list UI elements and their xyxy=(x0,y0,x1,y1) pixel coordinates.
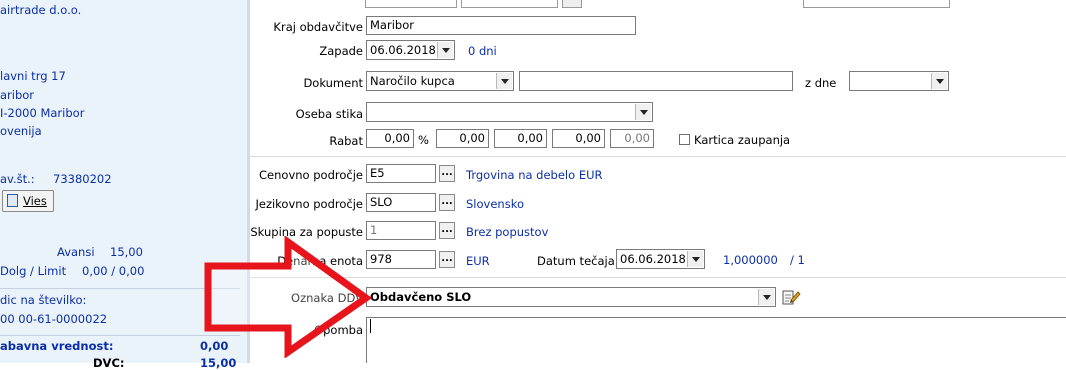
skupina-lookup-button[interactable]: ... xyxy=(439,222,455,239)
cenovno-lookup-button[interactable]: ... xyxy=(439,165,455,182)
top-field-2[interactable] xyxy=(461,0,558,8)
rabat-input-1[interactable]: 0,00 xyxy=(366,129,414,148)
callout-arrow-icon xyxy=(204,236,373,358)
cenovno-desc: Trgovina na debelo EUR xyxy=(466,168,603,182)
kraj-label: Kraj obdavčitve xyxy=(273,20,363,34)
cenovno-label: Cenovno področje xyxy=(259,168,363,182)
chevron-down-icon xyxy=(758,289,774,305)
zapade-date-select[interactable]: 06.06.2018 xyxy=(366,40,455,60)
vies-label: Vies xyxy=(23,194,47,208)
kartica-checkbox[interactable] xyxy=(679,134,690,145)
oznaka-ddv-select[interactable]: Obdavčeno SLO xyxy=(366,287,776,307)
zapade-days: 0 dni xyxy=(468,44,497,58)
cenovno-code-input[interactable]: E5 xyxy=(366,164,436,183)
oseba-label: Oseba stika xyxy=(295,107,363,121)
address-city: aribor xyxy=(0,88,35,102)
rabat-label: Rabat xyxy=(329,134,363,148)
address-postal: I-2000 Maribor xyxy=(0,106,85,120)
zdne-label: z dne xyxy=(805,76,837,90)
dokument-value: Naročilo kupca xyxy=(370,74,455,88)
denarna-lookup-button[interactable]: ... xyxy=(439,251,455,268)
jezik-desc: Slovensko xyxy=(466,197,524,211)
company-name: airtrade d.o.o. xyxy=(0,3,82,17)
rabat-input-4[interactable]: 0,00 xyxy=(552,129,605,148)
dvc-label: DVC: xyxy=(93,356,125,370)
top-calendar-icon[interactable] xyxy=(562,0,582,8)
kraj-input[interactable]: Maribor xyxy=(366,16,636,35)
dokument-label: Dokument xyxy=(303,76,363,90)
jezik-label: Jezikovno področje xyxy=(255,197,363,211)
chevron-down-icon xyxy=(931,73,947,89)
zdne-date-select[interactable] xyxy=(849,71,949,91)
skupina-desc: Brez popustov xyxy=(466,225,549,239)
tax-number-label: av.št.: xyxy=(0,172,35,186)
top-field-3[interactable] xyxy=(803,0,950,8)
tax-number-value: 73380202 xyxy=(53,172,112,186)
zapade-label: Zapade xyxy=(319,44,363,58)
edit-tax-icon[interactable] xyxy=(781,288,801,306)
vies-button[interactable]: Vies xyxy=(2,190,54,212)
rabat-percent: % xyxy=(418,133,429,147)
rabat-input-5[interactable]: 0,00 xyxy=(610,129,654,148)
oznaka-ddv-value: Obdavčeno SLO xyxy=(370,290,472,304)
rabat-input-3[interactable]: 0,00 xyxy=(494,129,547,148)
chevron-down-icon xyxy=(437,42,453,58)
chevron-down-icon xyxy=(496,73,512,89)
skupina-code-input[interactable]: 1 xyxy=(366,221,436,240)
davcna-label: abavna vrednost: xyxy=(0,339,114,353)
rabat-input-2[interactable]: 0,00 xyxy=(436,129,489,148)
chevron-down-icon xyxy=(635,104,651,120)
avansi-label: Avansi xyxy=(57,245,95,259)
datum-tecaja-label: Datum tečaja xyxy=(537,254,615,268)
sklic-label: dic na številko: xyxy=(0,293,87,307)
address-street: lavni trg 17 xyxy=(0,69,66,83)
datum-tecaja-select[interactable]: 06.06.2018 xyxy=(616,249,705,269)
dokument-number-input[interactable] xyxy=(519,71,793,91)
vies-icon xyxy=(7,194,18,207)
kartica-label: Kartica zaupanja xyxy=(694,133,791,147)
dolg-value: 0,00 / 0,00 xyxy=(82,264,145,278)
dvc-value: 15,00 xyxy=(200,356,237,370)
address-country: ovenija xyxy=(0,124,42,138)
zapade-date-value: 06.06.2018 xyxy=(370,43,436,57)
jezik-lookup-button[interactable]: ... xyxy=(439,194,455,211)
opomba-textarea[interactable] xyxy=(366,317,1066,363)
denarna-desc: EUR xyxy=(466,254,490,268)
top-field-1[interactable] xyxy=(365,0,457,8)
dolg-label: Dolg / Limit xyxy=(0,264,67,278)
tecaj-value: 1,000000 xyxy=(723,253,778,267)
tecaj-unit: / 1 xyxy=(790,253,805,267)
sklic-value: 00 00-61-0000022 xyxy=(0,312,108,326)
jezik-code-input[interactable]: SLO xyxy=(366,193,436,212)
section-divider xyxy=(250,156,1066,157)
avansi-value: 15,00 xyxy=(110,245,143,259)
dokument-select[interactable]: Naročilo kupca xyxy=(366,71,514,91)
oseba-select[interactable] xyxy=(366,102,653,122)
denarna-code-input[interactable]: 978 xyxy=(366,250,436,269)
datum-tecaja-value: 06.06.2018 xyxy=(620,252,686,266)
chevron-down-icon xyxy=(687,251,703,267)
